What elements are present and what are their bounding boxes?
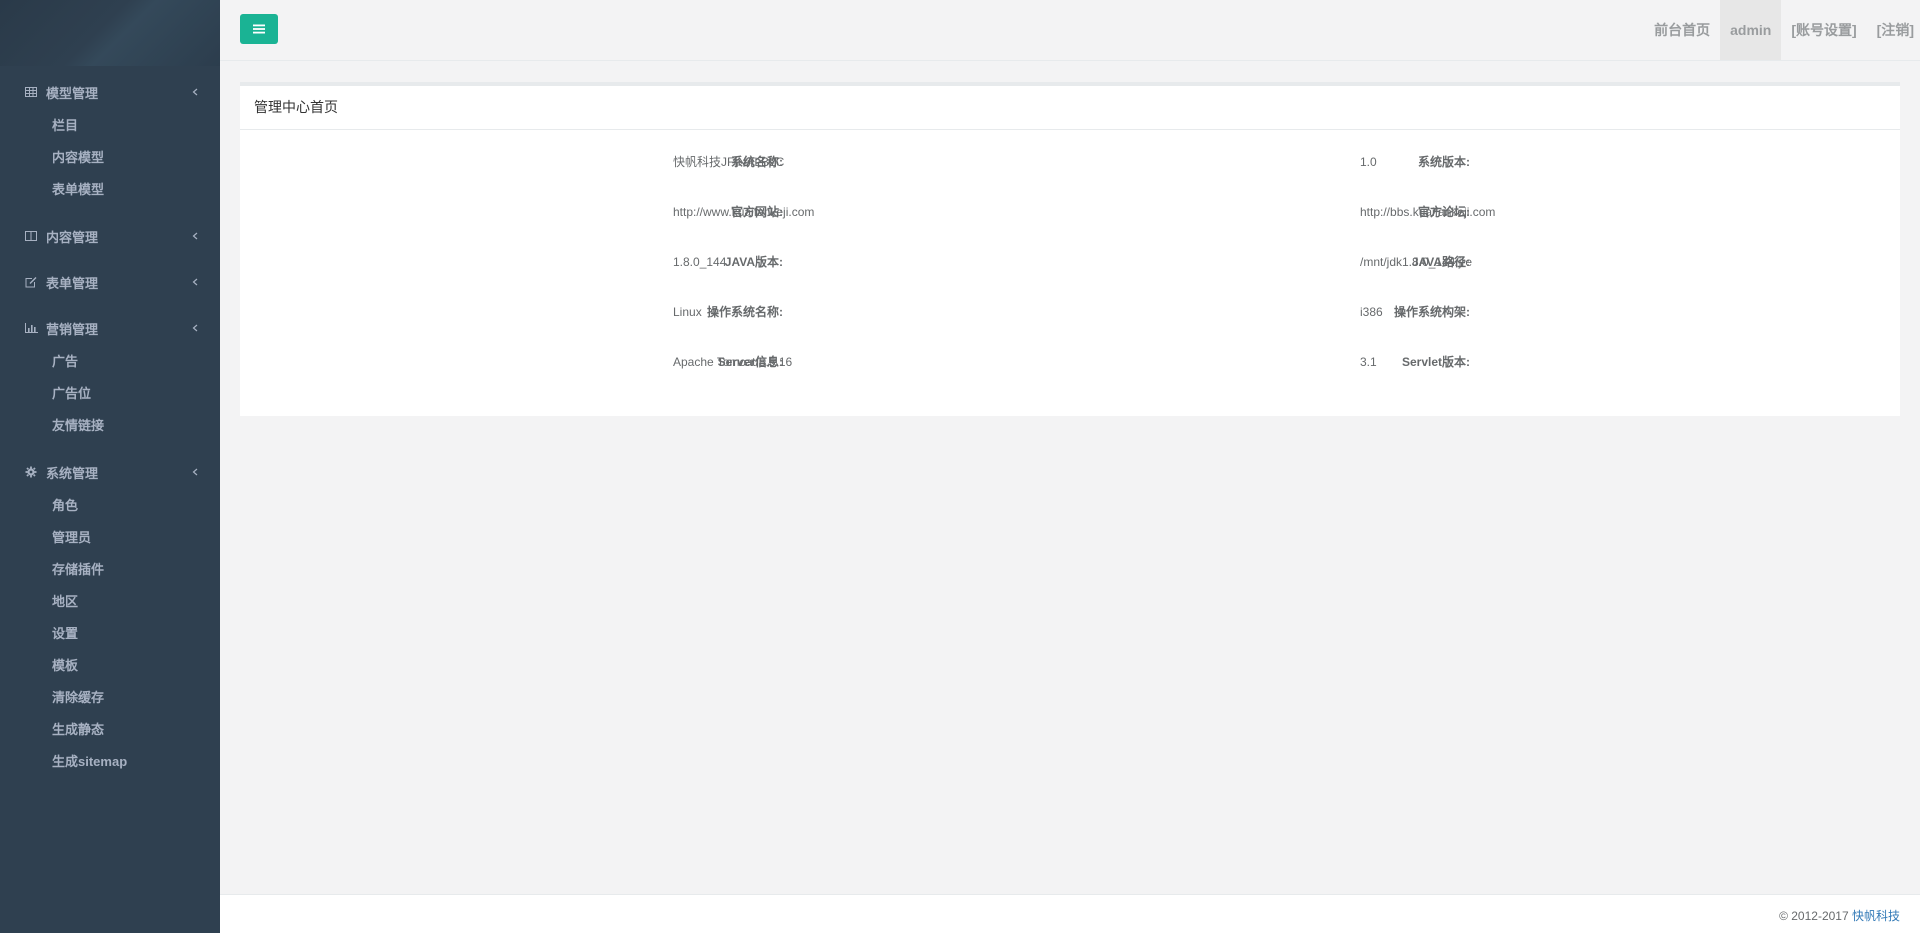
copyright-text: © 2012-2017 [1779,909,1852,923]
chevron-left-icon [190,467,200,477]
nav-group-label: 内容管理 [46,229,99,245]
nav-group-header-marketing[interactable]: 营销管理 [0,314,220,342]
os-arch-label: 操作系统构架: [1394,305,1470,319]
admin-user-link[interactable]: admin [1720,0,1782,60]
logout-link[interactable]: [注销] [1867,0,1920,60]
nav-group-system: 系统管理 角色 管理员 存储插件 地区 设置 模板 清除缓存 生成静态 生成si… [0,458,220,778]
sidebar-item-storage-plugin[interactable]: 存储插件 [0,554,220,586]
chevron-left-icon [190,231,200,241]
os-arch-value: i386 [1360,305,1383,319]
chevron-left-icon [190,323,200,333]
system-version-value: 1.0 [1360,155,1377,169]
topbar: 前台首页 admin [账号设置] [注销] [220,0,1920,61]
official-site-value: http://www.kuaifankeji.com [673,205,815,219]
nav-group-header-content[interactable]: 内容管理 [0,222,220,250]
nav-group-form: 表单管理 [0,268,220,296]
sidebar-item-friend-link[interactable]: 友情链接 [0,410,220,442]
server-info-value: Apache Tomcat/8.5.16 [673,355,793,369]
java-path-value: /mnt/jdk1.8.0_144/jre [1360,255,1473,269]
nav-group-marketing: 营销管理 广告 广告位 友情链接 [0,314,220,442]
sidebar-item-generate-static[interactable]: 生成静态 [0,714,220,746]
account-settings-link[interactable]: [账号设置] [1781,0,1866,60]
sidebar-item-admin[interactable]: 管理员 [0,522,220,554]
nav-group-header-model[interactable]: 模型管理 [0,78,220,106]
nav-sub-list: 广告 广告位 友情链接 [0,346,220,442]
sidebar-item-role[interactable]: 角色 [0,490,220,522]
nav-group-label: 表单管理 [46,275,99,291]
info-row: 官方网站: http://www.kuaifankeji.com 官方论坛: h… [240,202,1900,222]
chevron-left-icon [190,87,200,97]
frontend-home-link[interactable]: 前台首页 [1644,0,1720,60]
sidebar-item-generate-sitemap[interactable]: 生成sitemap [0,746,220,778]
menu-toggle-button[interactable] [240,14,278,44]
os-name-value: Linux [673,305,702,319]
system-name-value: 快帆科技JFINALB2C [673,155,785,169]
system-version-label: 系统版本: [1418,155,1470,169]
company-link[interactable]: 快帆科技 [1852,909,1900,923]
columns-icon [24,229,38,243]
info-row: Server信息: Apache Tomcat/8.5.16 Servlet版本… [240,352,1900,372]
nav-group-label: 模型管理 [46,85,99,101]
sidebar-item-settings[interactable]: 设置 [0,618,220,650]
sidebar-header [0,0,220,66]
bar-chart-icon [24,321,38,335]
info-row: 系统名称: 快帆科技JFINALB2C 系统版本: 1.0 [240,152,1900,172]
java-version-value: 1.8.0_144 [673,255,727,269]
sidebar-item-ad-position[interactable]: 广告位 [0,378,220,410]
nav-group-model: 模型管理 栏目 内容模型 表单模型 [0,78,220,206]
nav-sub-list: 栏目 内容模型 表单模型 [0,110,220,206]
table-icon [24,85,38,99]
servlet-version-label: Servlet版本: [1401,355,1470,369]
edit-icon [24,275,38,289]
sidebar: 模型管理 栏目 内容模型 表单模型 内容管理 表单管理 营销管理 广告 广告位 … [0,0,220,933]
footer-text: © 2012-2017 快帆科技 [1779,907,1900,924]
panel-title: 管理中心首页 [240,86,1900,130]
nav-group-label: 营销管理 [46,321,99,337]
gear-icon [24,465,38,479]
top-links: 前台首页 admin [账号设置] [注销] [1644,0,1920,60]
os-name-label: 操作系统名称: [707,305,783,319]
sidebar-item-ad[interactable]: 广告 [0,346,220,378]
servlet-version-value: 3.1 [1360,355,1377,369]
sidebar-item-column[interactable]: 栏目 [0,110,220,142]
nav-group-header-system[interactable]: 系统管理 [0,458,220,486]
footer: © 2012-2017 快帆科技 [220,894,1920,933]
dashboard-panel: 管理中心首页 系统名称: 快帆科技JFINALB2C 系统版本: 1.0 官方网… [240,82,1900,416]
info-row: JAVA版本: 1.8.0_144 JAVA路径: /mnt/jdk1.8.0_… [240,252,1900,272]
nav-group-content: 内容管理 [0,222,220,250]
sidebar-item-clear-cache[interactable]: 清除缓存 [0,682,220,714]
sidebar-item-area[interactable]: 地区 [0,586,220,618]
sidebar-item-template[interactable]: 模板 [0,650,220,682]
nav-group-label: 系统管理 [46,465,99,481]
sidebar-item-content-model[interactable]: 内容模型 [0,142,220,174]
official-forum-value: http://bbs.kuaifankeji.com [1360,205,1496,219]
chevron-left-icon [190,277,200,287]
info-row: 操作系统名称: Linux 操作系统构架: i386 [240,302,1900,322]
hamburger-icon [253,22,265,37]
nav-sub-list: 角色 管理员 存储插件 地区 设置 模板 清除缓存 生成静态 生成sitemap [0,490,220,778]
nav-group-header-form[interactable]: 表单管理 [0,268,220,296]
sidebar-item-form-model[interactable]: 表单模型 [0,174,220,206]
